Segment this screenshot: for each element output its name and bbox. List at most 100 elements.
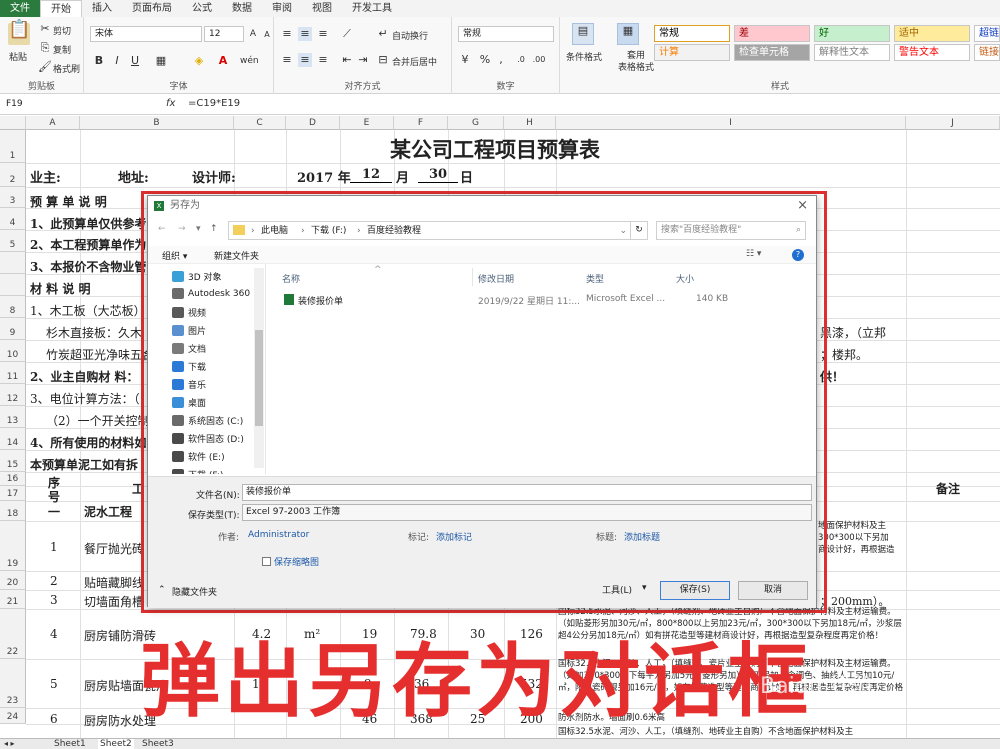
- comma-button[interactable]: ,: [494, 53, 508, 67]
- save-button[interactable]: 保存(S): [660, 581, 730, 600]
- breadcrumb-this-pc[interactable]: 此电脑: [261, 223, 288, 240]
- row-header[interactable]: 9: [0, 318, 26, 340]
- hide-folders-button[interactable]: 隐藏文件夹: [172, 585, 217, 598]
- cut-icon[interactable]: ✂: [38, 22, 52, 36]
- decrease-decimal-icon[interactable]: .00: [532, 53, 546, 67]
- cut-button[interactable]: 剪切: [53, 24, 71, 37]
- paste-button[interactable]: 粘贴: [9, 50, 27, 63]
- row-header[interactable]: 4: [0, 208, 26, 230]
- row-header[interactable]: 18: [0, 501, 26, 521]
- cell-style-6[interactable]: 检查单元格: [734, 44, 810, 61]
- column-header[interactable]: C: [234, 116, 286, 130]
- tools-dropdown-icon[interactable]: ▾: [642, 583, 647, 593]
- wrap-text-icon[interactable]: ↵: [376, 27, 390, 41]
- organize-button[interactable]: 组织 ▾: [162, 249, 187, 262]
- recent-icon[interactable]: ▾: [196, 224, 201, 234]
- row-header[interactable]: 15: [0, 450, 26, 472]
- fx-icon[interactable]: fx: [166, 98, 175, 109]
- sheet-nav-icon[interactable]: ◂ ▸: [4, 739, 15, 748]
- currency-icon[interactable]: ¥: [458, 53, 472, 67]
- align-top-icon[interactable]: ≡: [280, 27, 294, 41]
- underline-button[interactable]: U: [128, 54, 142, 68]
- tab-insert[interactable]: 插入: [82, 0, 122, 17]
- decrease-indent-icon[interactable]: ⇤: [340, 53, 354, 67]
- row-header[interactable]: [0, 274, 26, 296]
- add-title-link[interactable]: 添加标题: [624, 530, 660, 543]
- row-header[interactable]: 20: [0, 571, 26, 590]
- cell-style-1[interactable]: 差: [734, 25, 810, 42]
- font-size-select[interactable]: 12: [204, 26, 244, 42]
- tab-data[interactable]: 数据: [222, 0, 262, 17]
- forward-icon[interactable]: →: [178, 224, 186, 234]
- row-header[interactable]: 1: [0, 130, 26, 163]
- row-header[interactable]: 23: [0, 659, 26, 708]
- address-dropdown-icon[interactable]: ⌄: [619, 223, 627, 240]
- nav-item[interactable]: 系统固态 (C:): [172, 414, 243, 427]
- back-icon[interactable]: ←: [158, 224, 166, 234]
- merge-icon[interactable]: ⊟: [376, 53, 390, 67]
- tab-formulas[interactable]: 公式: [182, 0, 222, 17]
- column-header[interactable]: J: [906, 116, 1000, 130]
- cell-style-4[interactable]: 超链: [974, 25, 1000, 42]
- column-header[interactable]: F: [394, 116, 448, 130]
- nav-item[interactable]: 下载 (F:): [172, 468, 223, 474]
- sheet-tab-2[interactable]: Sheet2: [98, 739, 134, 749]
- author-value[interactable]: Administrator: [248, 530, 309, 540]
- col-name[interactable]: 名称: [282, 272, 300, 285]
- search-box[interactable]: 搜索"百度经验教程" ⌕: [656, 221, 806, 240]
- column-header[interactable]: H: [504, 116, 556, 130]
- table-format-button[interactable]: 套用 表格格式: [618, 50, 654, 74]
- row-header[interactable]: 11: [0, 362, 26, 384]
- row-header[interactable]: 8: [0, 296, 26, 318]
- cell-style-2[interactable]: 好: [814, 25, 890, 42]
- column-header[interactable]: G: [448, 116, 504, 130]
- row-header[interactable]: 17: [0, 486, 26, 501]
- up-icon[interactable]: ↑: [210, 224, 218, 234]
- nav-item[interactable]: 文档: [172, 342, 206, 355]
- copy-button[interactable]: 复制: [53, 43, 71, 56]
- col-date[interactable]: 修改日期: [478, 272, 514, 285]
- wrap-text-button[interactable]: 自动换行: [392, 29, 428, 42]
- sheet-tab-1[interactable]: Sheet1: [54, 739, 86, 749]
- phonetic-icon[interactable]: wén: [240, 54, 259, 68]
- file-row[interactable]: 装修报价单 2019/9/22 星期日 11:... Microsoft Exc…: [148, 292, 816, 308]
- orientation-icon[interactable]: ⟋: [340, 27, 354, 41]
- table-format-icon[interactable]: ▦: [617, 23, 639, 45]
- increase-indent-icon[interactable]: ⇥: [356, 53, 370, 67]
- cell-style-5[interactable]: 计算: [654, 44, 730, 61]
- row-header[interactable]: 14: [0, 428, 26, 450]
- nav-scrollbar-thumb[interactable]: [255, 330, 263, 426]
- border-icon[interactable]: ▦: [154, 54, 168, 68]
- tools-button[interactable]: 工具(L): [602, 583, 632, 596]
- refresh-icon[interactable]: ↻: [630, 221, 648, 240]
- col-size[interactable]: 大小: [676, 272, 694, 285]
- nav-item[interactable]: 桌面: [172, 396, 206, 409]
- filetype-select[interactable]: Excel 97-2003 工作簿: [242, 504, 812, 521]
- format-painter-button[interactable]: 格式刷: [53, 62, 80, 75]
- column-header[interactable]: I: [556, 116, 906, 130]
- font-color-icon[interactable]: A: [216, 54, 230, 68]
- tab-file[interactable]: 文件: [0, 0, 40, 17]
- increase-font-icon[interactable]: A: [246, 27, 260, 41]
- row-header[interactable]: 5: [0, 230, 26, 252]
- percent-button[interactable]: %: [478, 53, 492, 67]
- tab-developer[interactable]: 开发工具: [342, 0, 402, 17]
- close-button[interactable]: ×: [797, 196, 808, 216]
- tab-home[interactable]: 开始: [40, 0, 82, 17]
- number-format-select[interactable]: 常规: [458, 26, 554, 42]
- select-all-corner[interactable]: [0, 116, 26, 130]
- row-header[interactable]: [0, 252, 26, 274]
- col-type[interactable]: 类型: [586, 272, 604, 285]
- column-header[interactable]: B: [80, 116, 234, 130]
- hide-folders-icon[interactable]: ⌃: [158, 585, 166, 595]
- new-folder-button[interactable]: 新建文件夹: [214, 249, 259, 262]
- row-header[interactable]: 19: [0, 521, 26, 571]
- breadcrumb-folder[interactable]: 百度经验教程: [367, 223, 421, 240]
- align-center-icon[interactable]: ≡: [298, 53, 312, 67]
- tab-view[interactable]: 视图: [302, 0, 342, 17]
- cell-style-7[interactable]: 解释性文本: [814, 44, 890, 61]
- conditional-format-icon[interactable]: ▤: [572, 23, 594, 45]
- file-name[interactable]: 装修报价单: [298, 294, 343, 307]
- row-header[interactable]: 2: [0, 163, 26, 187]
- row-header[interactable]: 24: [0, 708, 26, 724]
